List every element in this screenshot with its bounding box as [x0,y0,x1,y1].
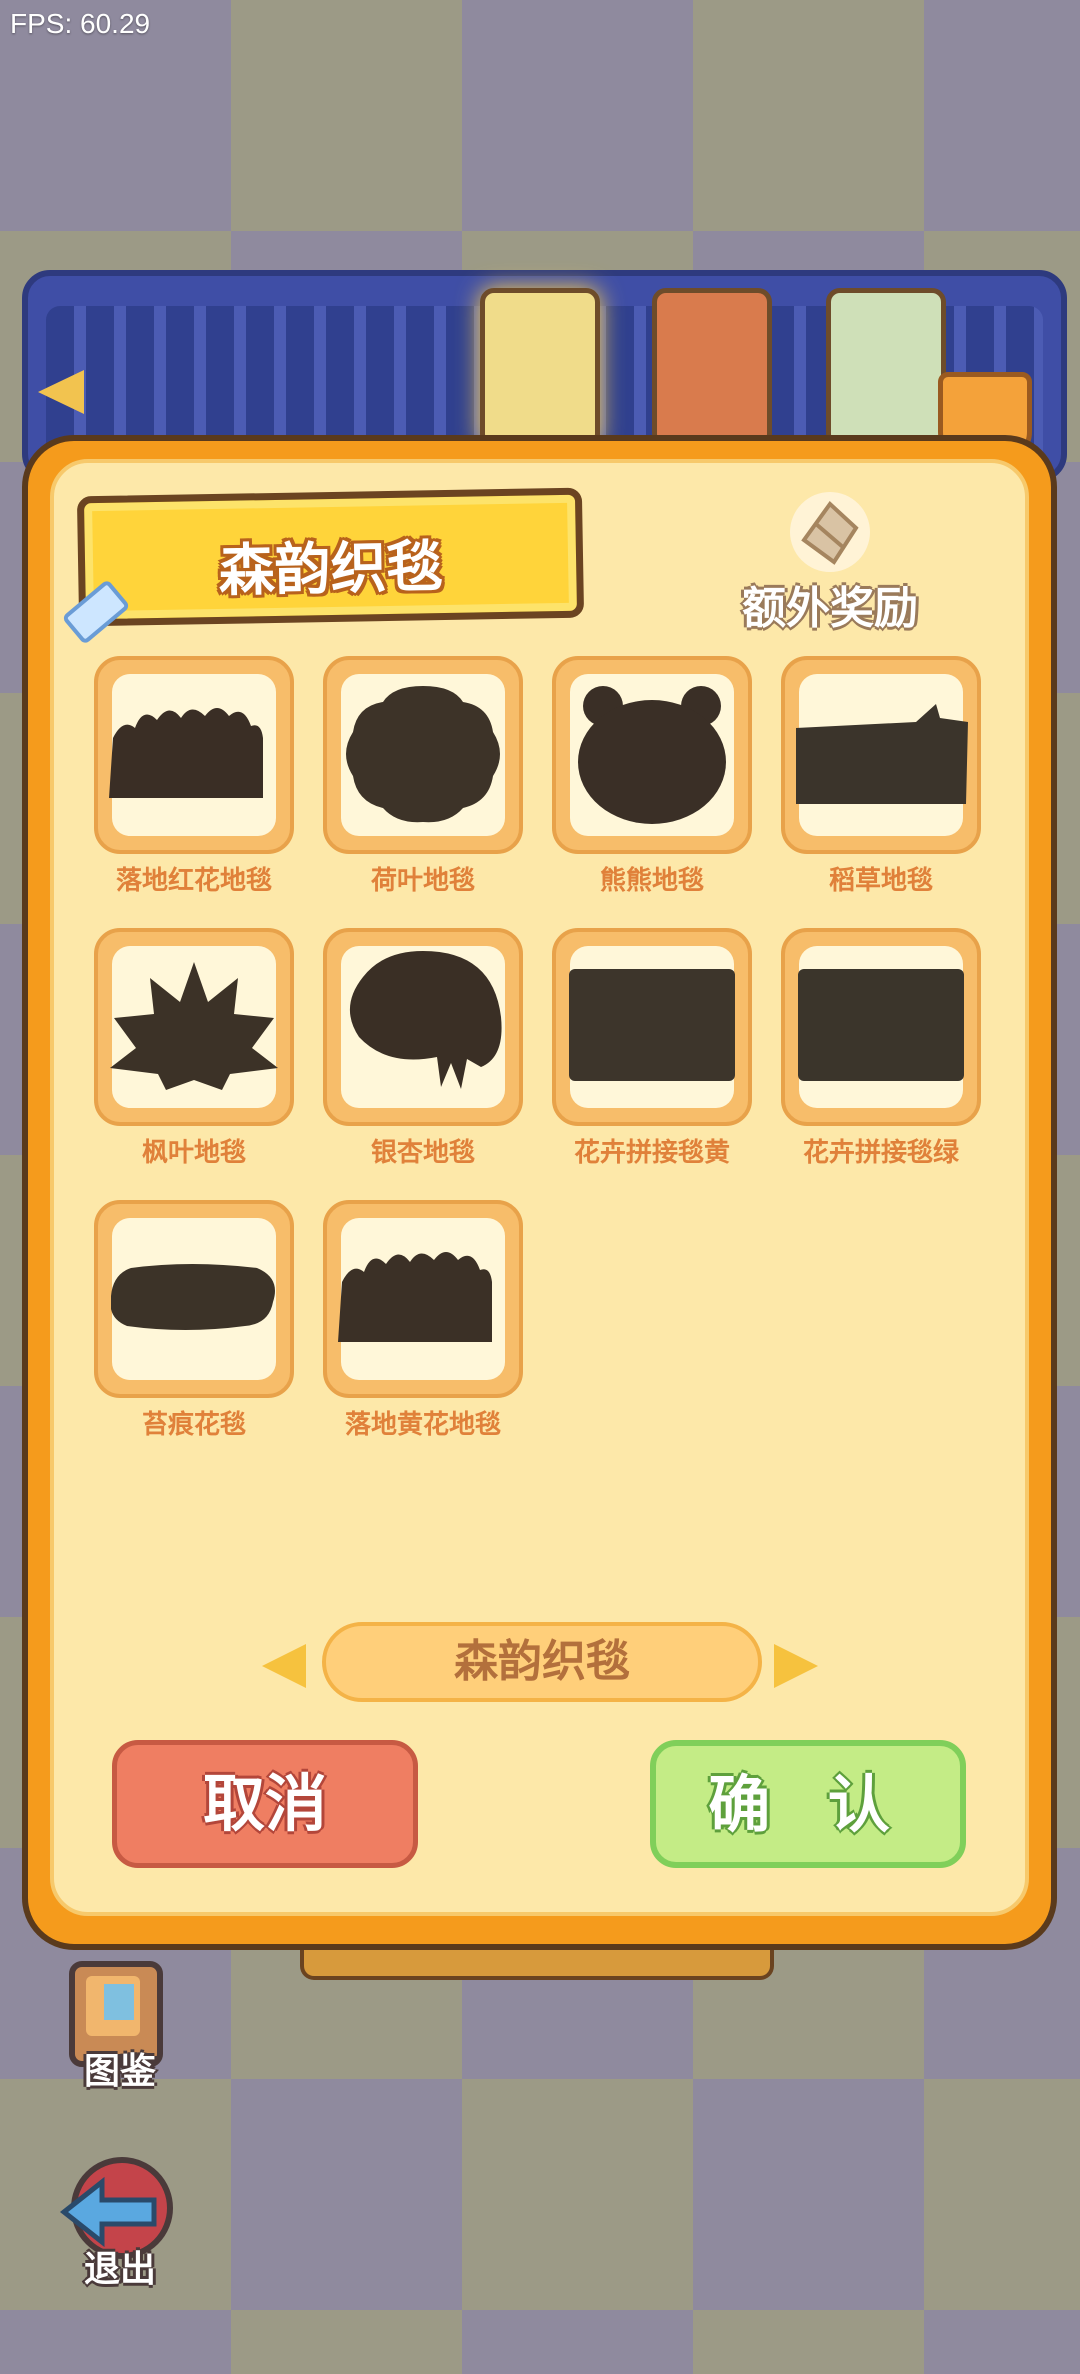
dialog-title: 森韵织毯 [218,535,444,604]
bonus-gift-icon[interactable] [782,484,878,580]
carpet-item[interactable]: 枫叶地毯 [94,928,294,1168]
carpet-silhouette-icon [567,678,737,832]
carpet-item[interactable]: 落地黄花地毯 [323,1200,523,1440]
carpet-silhouette-icon [798,967,964,1087]
carpet-label: 花卉拼接毯黄 [573,1138,730,1168]
carpet-item[interactable]: 落地红花地毯 [94,656,294,896]
fps-counter: FPS: 60.29 [10,8,151,39]
carpet-label: 银杏地毯 [370,1138,475,1168]
carpet-label: 落地红花地毯 [115,866,272,896]
carpet-silhouette-icon [340,947,506,1107]
bonus-label: 额外奖励 [742,583,918,634]
carpet-frame [323,1200,523,1398]
confirm-button[interactable]: 确 认 [650,1740,966,1868]
carpet-silhouette-icon [109,960,279,1094]
pack-selected[interactable] [480,288,600,448]
carpet-label: 苔痕花毯 [141,1410,246,1440]
carpet-item[interactable]: 稻草地毯 [781,656,981,896]
pack[interactable] [826,288,946,448]
carpet-silhouette-icon [110,1262,277,1336]
carpet-silhouette-icon [109,698,279,812]
carpet-frame [323,928,523,1126]
carpet-label: 熊熊地毯 [599,866,704,896]
carpet-frame [94,928,294,1126]
previous-set-arrow-icon[interactable] [262,1644,306,1688]
shelf-left-arrow-icon[interactable] [38,370,84,414]
pack[interactable] [652,288,772,448]
carpet-frame [94,656,294,854]
next-set-arrow-icon[interactable] [774,1644,818,1688]
exit-button[interactable]: 退出 [50,2148,190,2298]
carpet-label: 枫叶地毯 [141,1138,246,1168]
carpet-label: 落地黄花地毯 [344,1410,501,1440]
carpet-item[interactable]: 花卉拼接毯黄 [552,928,752,1168]
carpet-label: 荷叶地毯 [370,866,475,896]
catalog-button[interactable]: 图鉴 [50,1950,190,2100]
carpet-item[interactable]: 熊熊地毯 [552,656,752,896]
plank [300,1950,774,1980]
carpet-silhouette-icon [343,678,503,832]
carpet-item[interactable]: 荷叶地毯 [323,656,523,896]
carpet-frame [781,928,981,1126]
exit-label: 退出 [83,2249,156,2290]
carpet-silhouette-icon [338,1242,508,1356]
carpet-item[interactable]: 苔痕花毯 [94,1200,294,1440]
carpet-label: 花卉拼接毯绿 [802,1138,959,1168]
title-banner: 森韵织毯 [76,487,585,627]
carpet-item[interactable]: 花卉拼接毯绿 [781,928,981,1168]
carpet-item[interactable]: 银杏地毯 [323,928,523,1168]
carpet-frame [552,928,752,1126]
carpet-frame [781,656,981,854]
carpet-frame [94,1200,294,1398]
cancel-button[interactable]: 取消 [112,1740,418,1868]
catalog-label: 图鉴 [83,2051,156,2092]
carpet-silhouette-icon [794,698,968,812]
carpet-frame [552,656,752,854]
carpet-frame [323,656,523,854]
carpet-label: 稻草地毯 [828,866,933,896]
set-selector: 森韵织毯 [322,1622,762,1702]
carpet-silhouette-icon [569,967,735,1087]
